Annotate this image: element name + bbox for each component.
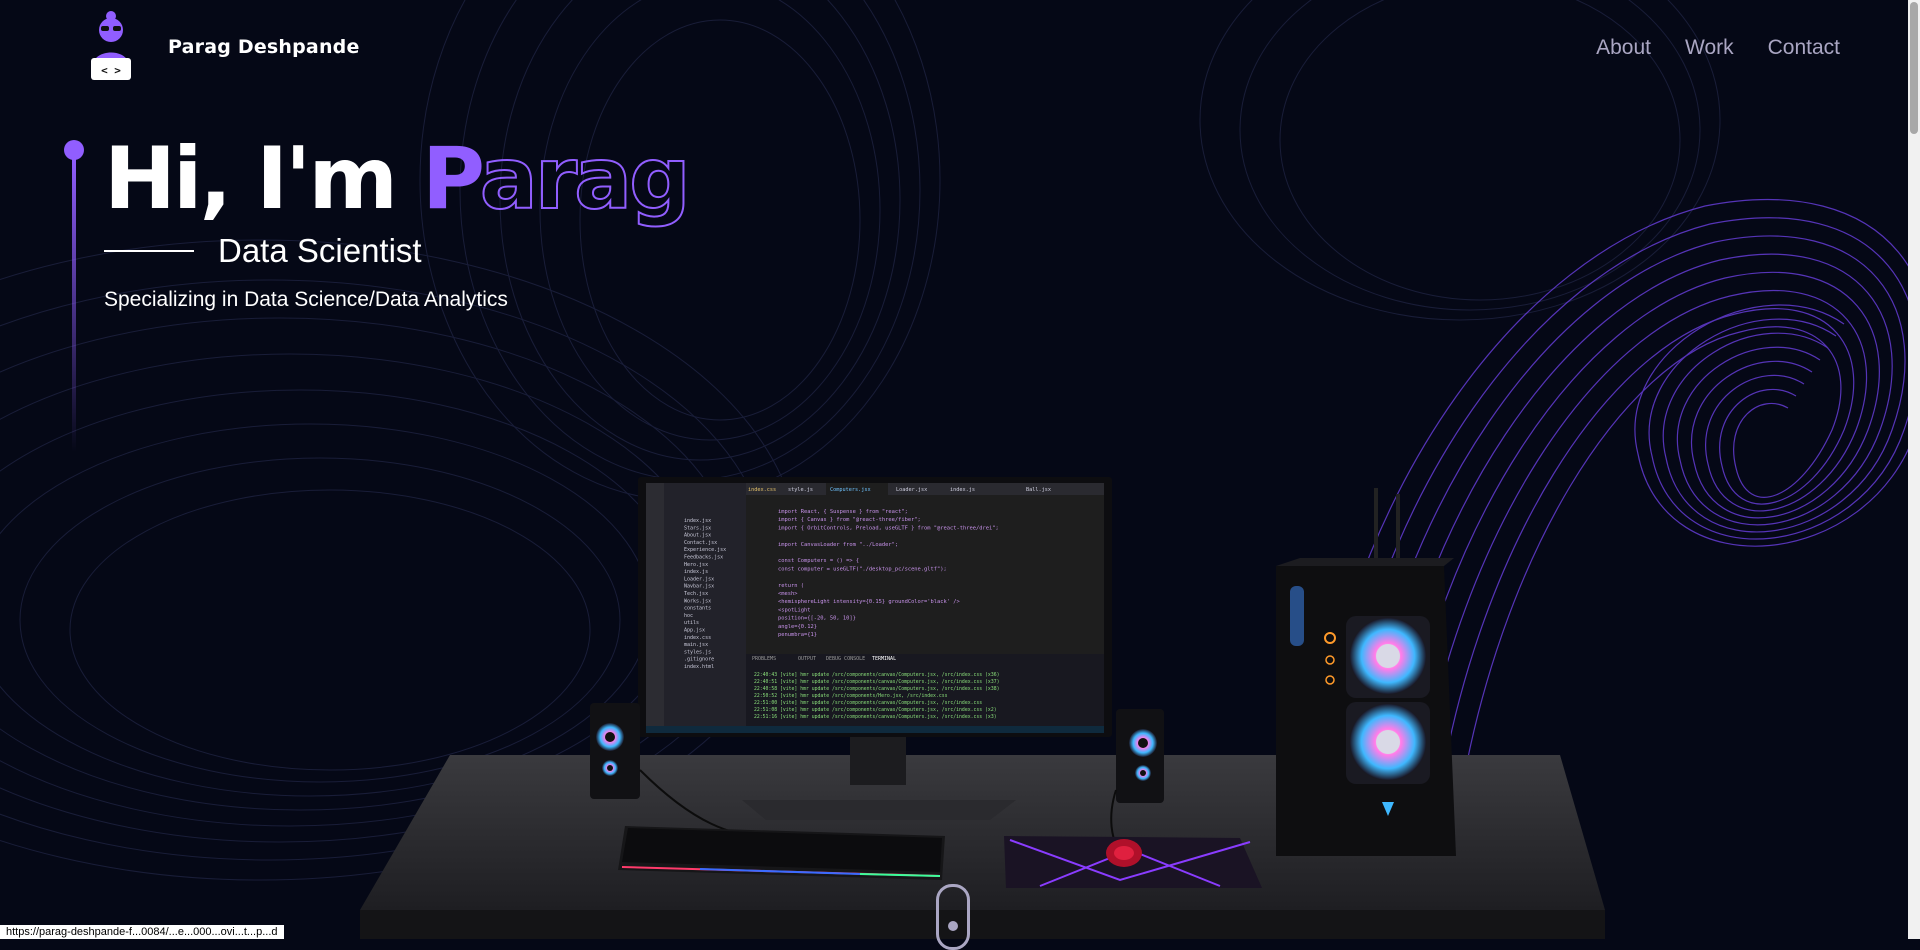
nav-link-work[interactable]: Work xyxy=(1685,36,1734,60)
nav-link-contact[interactable]: Contact xyxy=(1768,36,1840,60)
role-divider xyxy=(104,250,194,252)
developer-avatar-icon[interactable]: < > xyxy=(88,8,134,82)
top-navbar: < > Parag Deshpande About Work Contact xyxy=(0,0,1920,100)
hero-role: Data Scientist xyxy=(218,232,422,269)
hero-name-rest: arag xyxy=(479,128,692,230)
nav-link-about[interactable]: About xyxy=(1596,36,1651,60)
nav-links: About Work Contact xyxy=(1596,36,1840,60)
page-scrollbar[interactable] xyxy=(1908,0,1920,939)
hero-role-row: Data Scientist xyxy=(104,232,422,270)
hero-title: Hi, I'm Parag xyxy=(104,124,692,234)
scroll-indicator-dot xyxy=(948,921,958,931)
link-hover-status-url: https://parag-deshpande-f...0084/...e...… xyxy=(0,925,284,939)
svg-text:< >: < > xyxy=(101,64,121,77)
hero-timeline-line xyxy=(72,156,76,452)
hero-tagline: Specializing in Data Science/Data Analyt… xyxy=(104,288,508,311)
hero-greeting: Hi, I'm xyxy=(104,129,422,229)
scroll-down-indicator[interactable] xyxy=(936,884,970,950)
brand-name[interactable]: Parag Deshpande xyxy=(168,36,360,58)
scrollbar-thumb[interactable] xyxy=(1910,2,1918,134)
hero-name-first-letter: P xyxy=(421,129,483,229)
